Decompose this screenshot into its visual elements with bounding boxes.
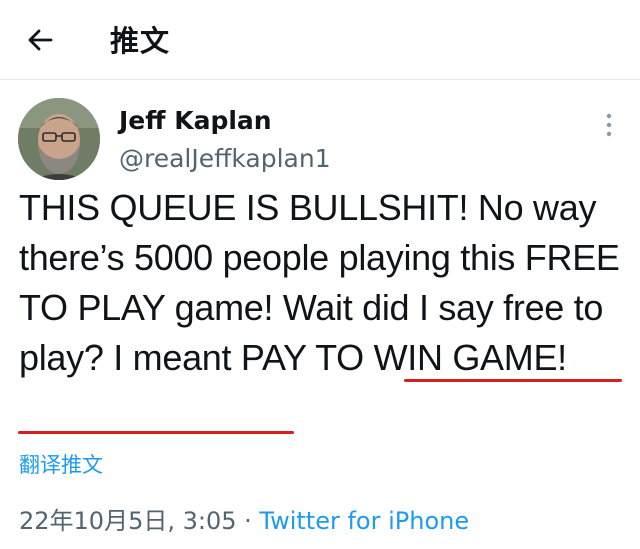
- avatar[interactable]: [18, 98, 100, 180]
- more-options-button[interactable]: [594, 108, 624, 142]
- meta-separator: ·: [236, 507, 260, 535]
- back-button[interactable]: [18, 20, 62, 60]
- annotation-underline-line1: [404, 379, 622, 382]
- tweet-source-link[interactable]: Twitter for iPhone: [259, 507, 469, 535]
- tweet-timestamp[interactable]: 22年10月5日, 3:05: [19, 507, 237, 535]
- author-handle[interactable]: @realJeffkaplan1: [119, 143, 331, 175]
- arrow-left-icon: [28, 29, 53, 51]
- translate-tweet-link[interactable]: 翻译推文: [19, 451, 103, 479]
- more-vertical-icon: [606, 113, 612, 137]
- page-title: 推文: [110, 24, 171, 58]
- tweet-text: THIS QUEUE IS BULLSHIT! No way there’s 5…: [19, 183, 624, 383]
- tweet-text-highlight: I meant PAY TO WIN GAME!: [113, 337, 567, 378]
- author-name[interactable]: Jeff Kaplan: [119, 105, 272, 137]
- tweet-meta: 22年10月5日, 3:05 · Twitter for iPhone: [19, 505, 469, 537]
- top-bar: 推文: [0, 0, 640, 80]
- profile-photo: [18, 98, 100, 180]
- annotation-underline-line2: [18, 431, 294, 434]
